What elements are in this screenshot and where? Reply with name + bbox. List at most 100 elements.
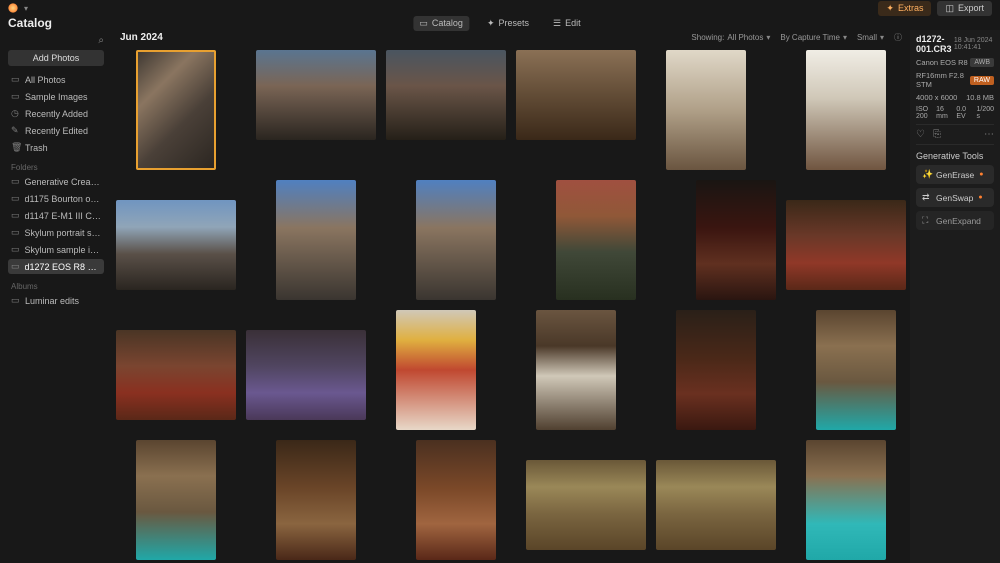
thumbnail[interactable] bbox=[556, 180, 636, 300]
view-catalog-label: Catalog bbox=[432, 18, 463, 28]
info-date: 18 Jun 2024 10:41:41 bbox=[954, 37, 994, 51]
thumbnail[interactable] bbox=[516, 50, 636, 140]
generase-button[interactable]: ✨ GenErase● bbox=[916, 165, 994, 184]
thumbnail[interactable] bbox=[386, 50, 506, 140]
thumbnail[interactable] bbox=[676, 310, 756, 430]
folder-item[interactable]: ▭ d1272 EOS R8 Castell C... bbox=[8, 259, 104, 274]
folder-item[interactable]: ▭ Skylum portrait samples bbox=[8, 225, 104, 240]
thumbnail[interactable] bbox=[806, 50, 886, 170]
folder-item[interactable]: ▭Skylum sample images bbox=[8, 242, 104, 257]
folder-item[interactable]: ▭Generative Creations bbox=[8, 174, 104, 189]
folder-label: Skylum portrait samples bbox=[25, 228, 101, 238]
photos-icon: ▭ bbox=[11, 74, 20, 85]
thumbnail[interactable] bbox=[256, 50, 376, 140]
info-dimensions: 4000 x 6000 bbox=[916, 93, 957, 102]
info-lens: RF16mm F2.8 STM bbox=[916, 71, 970, 89]
sparkle-icon: ✨ bbox=[922, 169, 931, 180]
extras-button[interactable]: ✦ Extras bbox=[878, 1, 931, 16]
more-icon[interactable]: ⋯ bbox=[984, 129, 994, 140]
photo-grid bbox=[112, 44, 910, 563]
view-catalog[interactable]: ▭ Catalog bbox=[413, 16, 469, 31]
sidebar-item-label: Recently Added bbox=[25, 109, 88, 119]
clock-icon: ◷ bbox=[11, 108, 20, 119]
sidebar-sample-images[interactable]: ▭Sample Images bbox=[8, 89, 104, 104]
info-iso: ISO 200 bbox=[916, 106, 933, 120]
thumbnail[interactable] bbox=[816, 310, 896, 430]
copy-icon[interactable]: ⎘ bbox=[933, 129, 941, 140]
folder-icon: ▭ bbox=[11, 193, 20, 204]
sidebar-all-photos[interactable]: ▭ All Photos bbox=[8, 72, 104, 87]
edit-icon: ☰ bbox=[553, 18, 561, 29]
sidebar-item-label: Recently Edited bbox=[25, 126, 88, 136]
sort-dropdown[interactable]: By Capture Time ▾ bbox=[780, 32, 847, 43]
thumbnail[interactable] bbox=[246, 330, 366, 420]
thumbnail[interactable] bbox=[536, 310, 616, 430]
sidebar-recently-added[interactable]: ◷ Recently Added bbox=[8, 106, 104, 121]
thumbnail[interactable] bbox=[416, 440, 496, 560]
puzzle-icon: ✦ bbox=[886, 3, 894, 14]
folder-item[interactable]: ▭ d1175 Bourton on the W... bbox=[8, 191, 104, 206]
tool-label: GenErase bbox=[936, 170, 974, 180]
sidebar-item-label: Trash bbox=[25, 143, 48, 153]
thumbnail[interactable] bbox=[786, 200, 906, 290]
export-button[interactable]: ◫ Export bbox=[937, 1, 992, 16]
thumbnail[interactable] bbox=[806, 440, 886, 560]
thumbnail[interactable] bbox=[276, 180, 356, 300]
view-presets[interactable]: ✦ Presets bbox=[481, 16, 535, 31]
info-toggle[interactable]: ⓘ bbox=[894, 32, 902, 43]
trash-icon: 🗑 bbox=[11, 142, 20, 153]
folder-icon: ▭ bbox=[11, 176, 20, 187]
thumbnail[interactable] bbox=[416, 180, 496, 300]
size-dropdown[interactable]: Small ▾ bbox=[857, 32, 884, 43]
chevron-down-icon[interactable]: ▾ bbox=[24, 4, 28, 13]
folder-label: d1272 EOS R8 Castell C... bbox=[25, 262, 101, 272]
folder-icon: ▭ bbox=[11, 210, 20, 221]
info-filename: d1272-001.CR3 bbox=[916, 34, 954, 54]
catalog-icon: ▭ bbox=[419, 18, 428, 29]
folder-item[interactable]: ▭ d1147 E-M1 III Cheddar bbox=[8, 208, 104, 223]
folder-label: Skylum sample images bbox=[25, 245, 101, 255]
add-photos-button[interactable]: Add Photos bbox=[8, 50, 104, 66]
share-icon: ◫ bbox=[945, 3, 954, 14]
tool-label: GenSwap bbox=[936, 193, 973, 203]
folder-label: d1175 Bourton on the W... bbox=[25, 194, 101, 204]
thumbnail[interactable] bbox=[526, 460, 646, 550]
extras-label: Extras bbox=[898, 3, 924, 13]
expand-icon: ⛶ bbox=[922, 215, 931, 226]
tool-label: GenExpand bbox=[936, 216, 981, 226]
genexpand-button[interactable]: ⛶ GenExpand bbox=[916, 211, 994, 230]
folder-label: d1147 E-M1 III Cheddar bbox=[25, 211, 101, 221]
thumbnail[interactable] bbox=[666, 50, 746, 170]
album-label: Luminar edits bbox=[25, 296, 79, 306]
favorite-icon[interactable]: ♡ bbox=[916, 129, 925, 140]
awb-badge: AWB bbox=[970, 58, 994, 67]
thumbnail[interactable] bbox=[116, 200, 236, 290]
thumbnail[interactable] bbox=[116, 330, 236, 420]
gen-tools-heading: Generative Tools bbox=[916, 151, 994, 161]
showing-filter[interactable]: Showing: All Photos ▾ bbox=[691, 32, 770, 43]
info-shutter: 1/200 s bbox=[976, 106, 994, 120]
album-item[interactable]: ▭Luminar edits bbox=[8, 293, 104, 308]
sidebar-recently-edited[interactable]: ✎ Recently Edited bbox=[8, 123, 104, 138]
search-icon[interactable]: ⌕ bbox=[98, 35, 104, 46]
sidebar-item-label: Sample Images bbox=[25, 92, 88, 102]
thumbnail[interactable] bbox=[136, 440, 216, 560]
thumbnail[interactable] bbox=[656, 460, 776, 550]
folder-icon: ▭ bbox=[11, 261, 20, 272]
thumbnail[interactable] bbox=[696, 180, 776, 300]
swap-icon: ⇄ bbox=[922, 192, 931, 203]
folder-icon: ▭ bbox=[11, 227, 20, 238]
sidebar-item-label: All Photos bbox=[25, 75, 66, 85]
app-icon[interactable] bbox=[8, 3, 18, 13]
thumbnail[interactable] bbox=[396, 310, 476, 430]
raw-badge: RAW bbox=[970, 76, 994, 85]
genswap-button[interactable]: ⇄ GenSwap● bbox=[916, 188, 994, 207]
thumbnail[interactable] bbox=[136, 50, 216, 170]
sidebar-trash[interactable]: 🗑 Trash bbox=[8, 140, 104, 155]
info-focal: 16 mm bbox=[936, 106, 953, 120]
view-edit[interactable]: ☰ Edit bbox=[547, 16, 587, 31]
export-label: Export bbox=[958, 3, 984, 13]
thumbnail[interactable] bbox=[276, 440, 356, 560]
info-ev: 0.0 EV bbox=[956, 106, 973, 120]
pencil-icon: ✎ bbox=[11, 125, 20, 136]
